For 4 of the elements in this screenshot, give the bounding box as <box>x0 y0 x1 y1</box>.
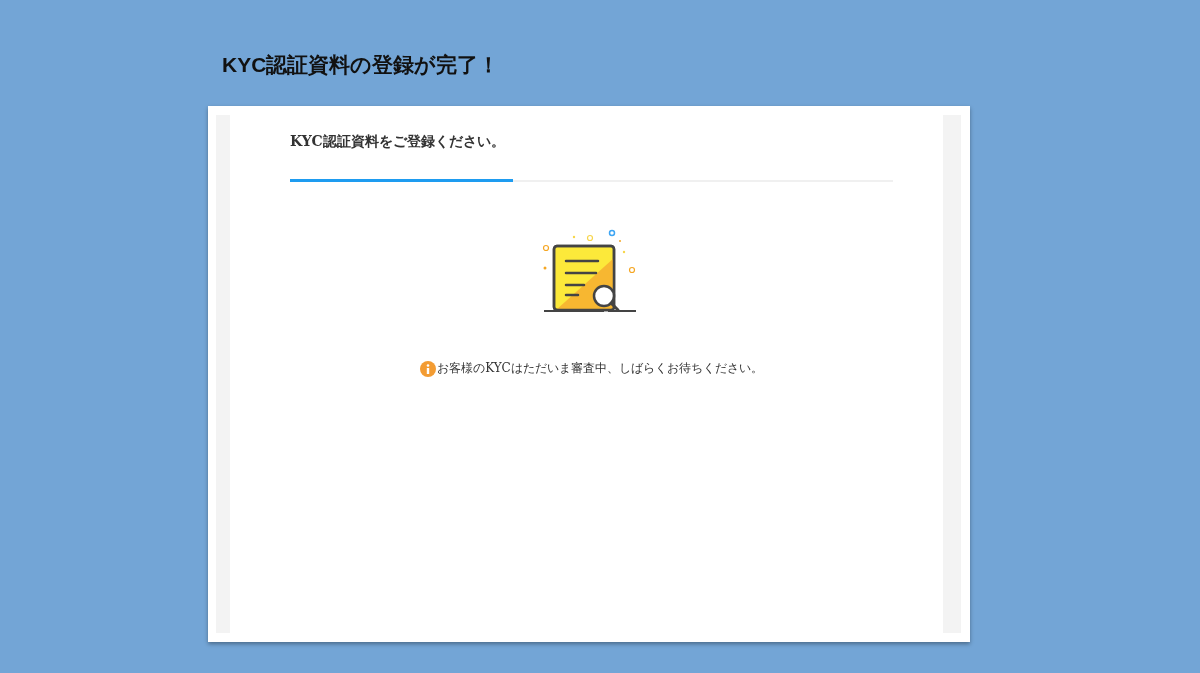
review-message: お客様のKYCはただいま審査中、しばらくお待ちください。 <box>437 360 763 377</box>
slide-title: KYC認証資料の登録が完了！ <box>222 52 501 78</box>
panel-heading: KYC認証資料をご登録ください。 <box>290 132 505 151</box>
info-icon <box>420 360 437 377</box>
